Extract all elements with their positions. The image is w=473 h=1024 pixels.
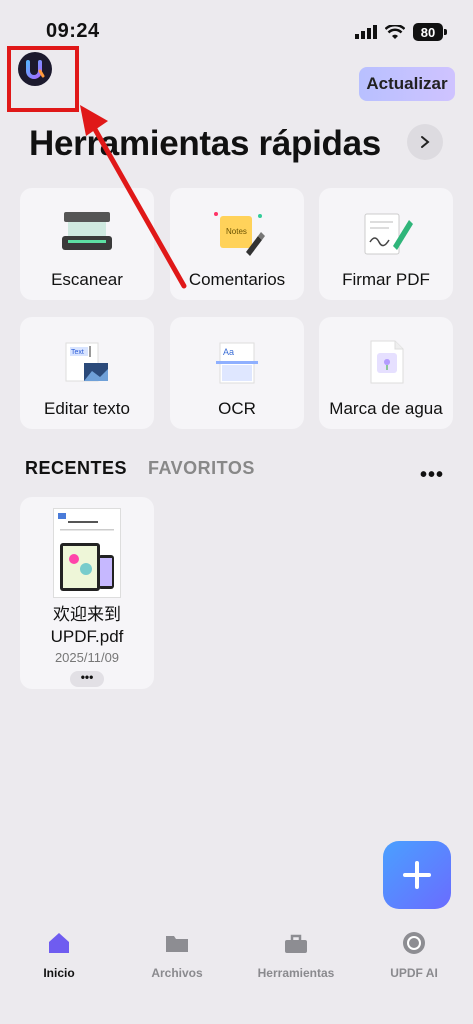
svg-text:Aa: Aa [223, 347, 234, 357]
tool-label: Editar texto [44, 399, 130, 418]
folder-icon [166, 936, 188, 952]
tool-watermark[interactable]: Marca de agua [319, 317, 453, 429]
more-options-icon[interactable]: ••• [420, 464, 444, 487]
nav-files[interactable]: Archivos [118, 930, 236, 980]
file-thumbnail [53, 508, 121, 598]
home-icon [49, 933, 69, 953]
tool-label: Comentarios [188, 270, 286, 289]
tool-label: Firmar PDF [342, 270, 430, 289]
ai-icon [403, 932, 425, 954]
status-icons: 80 [355, 22, 447, 42]
annotation-highlight-box [7, 46, 79, 112]
nav-label: Archivos [151, 966, 203, 980]
page-title: Herramientas rápidas [29, 124, 381, 163]
tool-ocr[interactable]: Aa OCR [170, 317, 304, 429]
scanner-icon [57, 206, 117, 260]
svg-text:Text: Text [71, 349, 84, 356]
signal-icon [355, 25, 377, 39]
nav-tools[interactable]: Herramientas [237, 930, 355, 980]
tool-edit-text[interactable]: Text Editar texto [20, 317, 154, 429]
recent-file-card[interactable]: 欢迎来到 UPDF.pdf 2025/11/09 ••• [20, 497, 154, 689]
nav-label: Herramientas [257, 966, 335, 980]
nav-updf-ai[interactable]: UPDF AI [355, 930, 473, 980]
upgrade-button[interactable]: Actualizar [359, 67, 455, 101]
notes-icon: Notes [207, 206, 267, 260]
file-more-button[interactable]: ••• [70, 671, 104, 687]
wifi-icon [385, 24, 405, 39]
quick-tools-more-button[interactable] [407, 124, 443, 160]
plus-icon [403, 861, 431, 889]
tool-comments[interactable]: Notes Comentarios [170, 188, 304, 300]
tool-sign-pdf[interactable]: Firmar PDF [319, 188, 453, 300]
tool-scan[interactable]: Escanear [20, 188, 154, 300]
nav-home[interactable]: Inicio [0, 930, 118, 980]
toolbox-icon [285, 934, 307, 953]
nav-label: Inicio [43, 966, 75, 980]
ocr-icon: Aa [207, 335, 267, 389]
watermark-icon [356, 335, 416, 389]
chevron-right-icon [421, 136, 430, 148]
file-name: 欢迎来到 UPDF.pdf [51, 604, 124, 648]
svg-text:Notes: Notes [226, 227, 247, 236]
battery-indicator: 80 [413, 23, 447, 41]
tool-label: OCR [218, 399, 256, 418]
add-button[interactable] [383, 841, 451, 909]
tool-label: Escanear [51, 270, 123, 289]
signature-icon [356, 206, 416, 260]
tab-favorites[interactable]: FAVORITOS [148, 458, 255, 479]
tab-recent[interactable]: RECENTES [25, 458, 127, 479]
file-name-line2: UPDF.pdf [50, 627, 124, 646]
file-date: 2025/11/09 [54, 650, 120, 665]
file-name-line1: 欢迎来到 [53, 605, 121, 624]
nav-label: UPDF AI [390, 966, 438, 980]
tool-label: Marca de agua [329, 399, 443, 418]
edit-text-icon: Text [57, 335, 117, 389]
status-time: 09:24 [46, 20, 100, 42]
